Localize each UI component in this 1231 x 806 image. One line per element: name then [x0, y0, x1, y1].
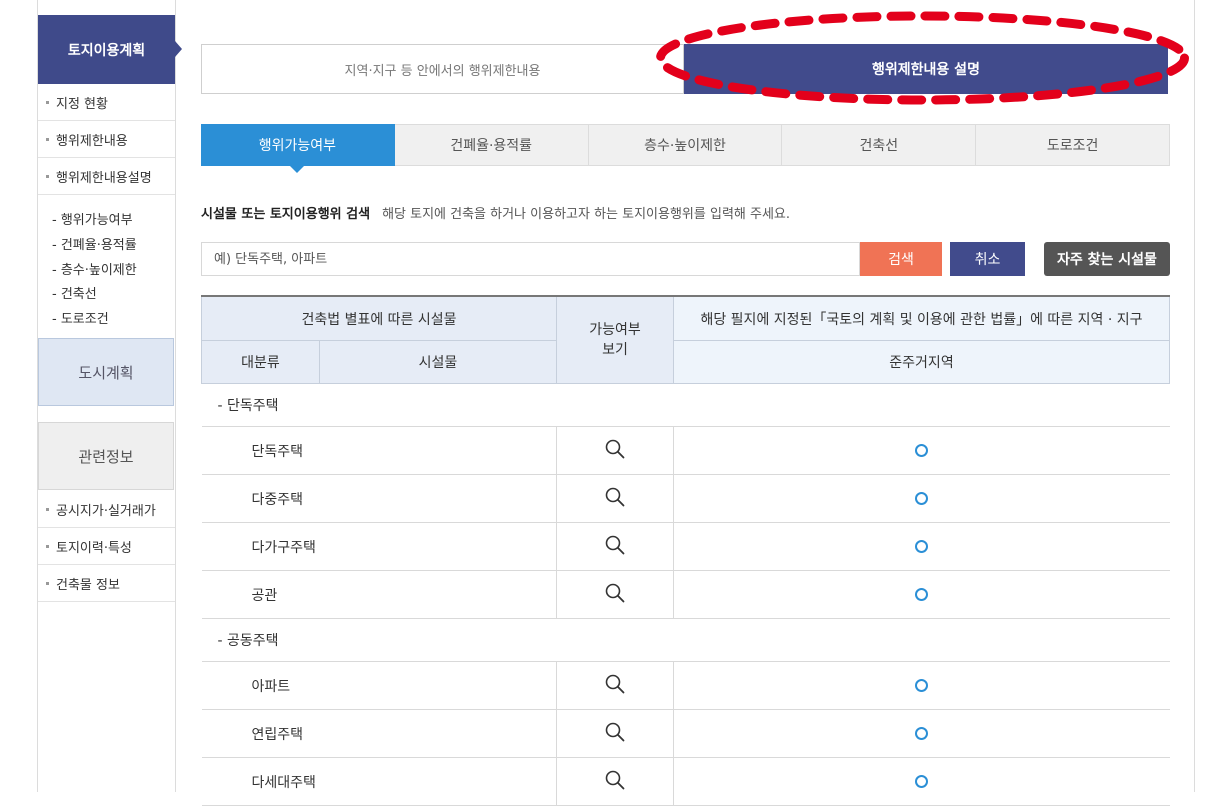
sidebar-sub-possible[interactable]: - 행위가능여부 [52, 209, 137, 234]
table-row: 아파트 [201, 661, 1170, 710]
view-cell [556, 522, 674, 571]
magnifier-icon[interactable] [605, 722, 625, 746]
sidebar-item-land-price[interactable]: 공시지가·실거래가 [38, 491, 175, 528]
table-body: - 단독주택 단독주택 다중주택 다가구주택 공관 - 공동주택 아파트 연립주택 다세대주택 [201, 383, 1170, 806]
sidebar-sub-building-line[interactable]: - 건축선 [52, 283, 137, 308]
sidebar-top-list: 지정 현황 행위제한내용 행위제한내용설명 [38, 84, 175, 195]
magnifier-icon[interactable] [605, 439, 625, 463]
bullet-icon [46, 544, 49, 548]
view-cell [556, 757, 674, 806]
frame-right-border [1194, 0, 1195, 792]
zone-status-cell [673, 426, 1170, 475]
facility-name: 공관 [201, 570, 557, 619]
view-cell [556, 426, 674, 475]
facility-name: 아파트 [201, 661, 557, 710]
header-facility-name: 시설물 [319, 340, 557, 384]
table-group-row: - 단독주택 [201, 383, 1170, 427]
header-category: 대분류 [201, 340, 320, 384]
magnifier-icon[interactable] [605, 674, 625, 698]
table-row: 다가구주택 [201, 522, 1170, 571]
magnifier-icon[interactable] [605, 487, 625, 511]
view-cell [556, 570, 674, 619]
table-group-row: - 공동주택 [201, 618, 1170, 662]
allowed-circle-icon [915, 540, 929, 553]
table-row: 연립주택 [201, 709, 1170, 758]
view-cell [556, 661, 674, 710]
sidebar-bottom-list: 공시지가·실거래가 토지이력·특성 건축물 정보 [38, 491, 175, 602]
zone-status-cell [673, 474, 1170, 523]
zone-status-cell [673, 661, 1170, 710]
sidebar: 토지이용계획 지정 현황 행위제한내용 행위제한내용설명 - 행위가능여부 - … [38, 0, 182, 792]
sidebar-urban-plan[interactable]: 도시계획 [38, 338, 174, 406]
bullet-icon [46, 100, 49, 104]
view-cell [556, 474, 674, 523]
allowed-circle-icon [915, 588, 929, 601]
subtab-coverage-ratio[interactable]: 건폐율·용적률 [394, 124, 589, 166]
tab-restriction-description[interactable]: 행위제한내용 설명 [684, 44, 1168, 94]
bullet-icon [46, 137, 49, 141]
magnifier-icon[interactable] [605, 770, 625, 794]
header-zone-title: 해당 필지에 지정된「국토의 계획 및 이용에 관한 법률」에 따른 지역 · … [673, 295, 1170, 341]
subtab-height-limit[interactable]: 층수·높이제한 [588, 124, 783, 166]
sidebar-item-status[interactable]: 지정 현황 [38, 84, 175, 121]
sub-tabs: 행위가능여부 건폐율·용적률 층수·높이제한 건축선 도로조건 [201, 124, 1170, 173]
sidebar-item-restrictions[interactable]: 행위제한내용 [38, 121, 175, 158]
magnifier-icon[interactable] [605, 535, 625, 559]
tab-zone-restrictions[interactable]: 지역·지구 등 안에서의 행위제한내용 [201, 44, 684, 94]
cancel-button[interactable]: 취소 [950, 242, 1025, 276]
search-button[interactable]: 검색 [860, 242, 942, 276]
search-description: 해당 토지에 건축을 하거나 이용하고자 하는 토지이용행위를 입력해 주세요. [382, 207, 791, 222]
group-label: - 단독주택 [201, 383, 1170, 427]
table-row: 다세대주택 [201, 757, 1170, 806]
allowed-circle-icon [915, 727, 929, 740]
zone-status-cell [673, 570, 1170, 619]
sidebar-header[interactable]: 토지이용계획 [38, 15, 175, 84]
bullet-icon [46, 174, 49, 178]
sidebar-item-building-info[interactable]: 건축물 정보 [38, 565, 175, 602]
header-possible: 가능여부 보기 [556, 295, 674, 384]
subtab-road-condition[interactable]: 도로조건 [976, 124, 1170, 166]
search-title: 시설물 또는 토지이용행위 검색 [201, 207, 371, 222]
facility-name: 다중주택 [201, 474, 557, 523]
bullet-icon [46, 507, 49, 511]
zone-status-cell [673, 709, 1170, 758]
search-heading: 시설물 또는 토지이용행위 검색 해당 토지에 건축을 하거나 이용하고자 하는 … [201, 203, 790, 222]
sidebar-item-land-history[interactable]: 토지이력·특성 [38, 528, 175, 565]
view-cell [556, 709, 674, 758]
sidebar-sub-road[interactable]: - 도로조건 [52, 308, 137, 333]
search-input[interactable] [201, 242, 860, 276]
facility-table: 건축법 별표에 따른 시설물 가능여부 보기 해당 필지에 지정된「국토의 계획… [201, 295, 1170, 806]
zone-status-cell [673, 522, 1170, 571]
sidebar-item-restriction-desc[interactable]: 행위제한내용설명 [38, 158, 175, 195]
sidebar-sub-list: - 행위가능여부 - 건폐율·용적률 - 층수·높이제한 - 건축선 - 도로조… [52, 209, 137, 333]
allowed-circle-icon [915, 679, 929, 692]
facility-name: 다가구주택 [201, 522, 557, 571]
allowed-circle-icon [915, 492, 929, 505]
sidebar-sub-height[interactable]: - 층수·높이제한 [52, 259, 137, 284]
frequent-facilities-button[interactable]: 자주 찾는 시설물 [1044, 242, 1170, 276]
bullet-icon [46, 581, 49, 585]
table-row: 다중주택 [201, 474, 1170, 523]
header-facility: 건축법 별표에 따른 시설물 [201, 295, 557, 341]
magnifier-icon[interactable] [605, 583, 625, 607]
group-label: - 공동주택 [201, 618, 1170, 662]
facility-name: 연립주택 [201, 709, 557, 758]
allowed-circle-icon [915, 444, 929, 457]
sidebar-header-arrow [175, 41, 182, 57]
table-row: 공관 [201, 570, 1170, 619]
subtab-building-line[interactable]: 건축선 [782, 124, 977, 166]
allowed-circle-icon [915, 775, 929, 788]
header-zone: 준주거지역 [673, 340, 1170, 384]
table-row: 단독주택 [201, 426, 1170, 475]
top-tabs: 지역·지구 등 안에서의 행위제한내용 행위제한내용 설명 [201, 44, 1168, 94]
subtab-possible[interactable]: 행위가능여부 [201, 124, 395, 173]
facility-name: 다세대주택 [201, 757, 557, 806]
sidebar-sub-coverage[interactable]: - 건폐율·용적률 [52, 234, 137, 259]
facility-name: 단독주택 [201, 426, 557, 475]
zone-status-cell [673, 757, 1170, 806]
sidebar-related-info[interactable]: 관련정보 [38, 422, 174, 490]
